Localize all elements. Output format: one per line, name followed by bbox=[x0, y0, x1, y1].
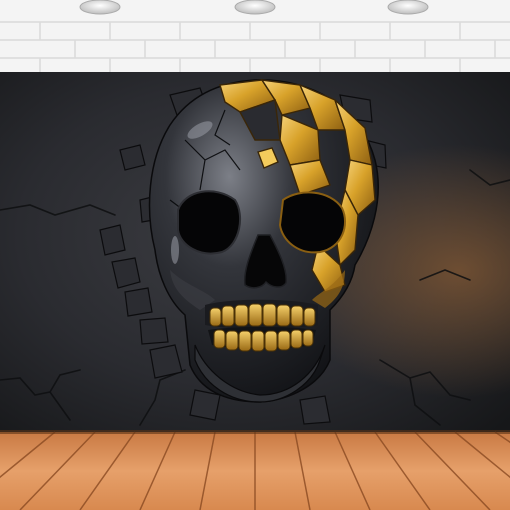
right-eye-socket bbox=[278, 191, 346, 254]
lamp-left bbox=[79, 0, 121, 15]
left-eye-socket bbox=[177, 190, 242, 255]
lamp-right bbox=[387, 0, 429, 15]
photo-scene bbox=[0, 0, 510, 510]
lamp-center bbox=[234, 0, 276, 15]
wooden-floor bbox=[0, 430, 510, 510]
scene-svg bbox=[0, 0, 510, 510]
skull-teeth bbox=[205, 299, 318, 352]
